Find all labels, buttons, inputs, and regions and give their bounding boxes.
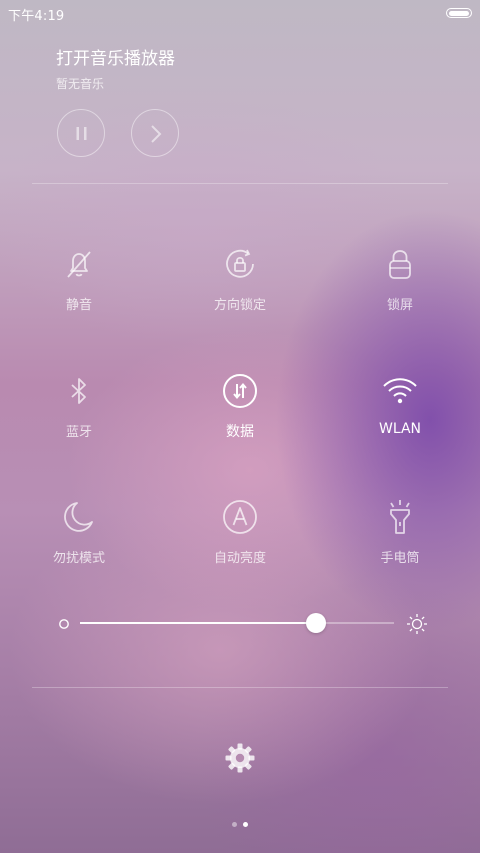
- toggle-auto-brightness[interactable]: 自动亮度: [185, 497, 295, 566]
- brightness-thumb[interactable]: [305, 613, 326, 633]
- brightness-fill: [80, 622, 316, 624]
- flashlight-icon: [390, 500, 410, 534]
- pause-button[interactable]: [57, 109, 105, 157]
- wifi-icon: [383, 378, 417, 404]
- toggle-rotation-lock[interactable]: 方向锁定: [185, 244, 295, 313]
- lock-icon: [389, 250, 411, 279]
- next-icon: [151, 125, 162, 143]
- toggle-bluetooth[interactable]: 蓝牙: [24, 371, 134, 440]
- brightness-low-icon: [59, 619, 69, 629]
- toggle-label: 手电筒: [380, 551, 420, 566]
- toggle-label: 蓝牙: [65, 425, 92, 440]
- page-indicator: [0, 812, 480, 831]
- toggle-mute[interactable]: 静音: [24, 244, 134, 313]
- bluetooth-icon: [71, 378, 86, 404]
- toggle-mobile-data[interactable]: 数据: [185, 371, 295, 441]
- toggle-label: WLAN: [378, 421, 421, 437]
- gear-icon[interactable]: [224, 742, 256, 774]
- status-time: 下午4:19: [8, 9, 65, 24]
- page-dot-active: [243, 822, 248, 827]
- divider-top: [32, 183, 448, 184]
- brightness-high-icon: [407, 614, 427, 634]
- mute-bell-icon: [67, 251, 91, 278]
- pause-icon: [76, 127, 87, 140]
- next-button[interactable]: [131, 109, 179, 157]
- mobile-data-icon: [223, 374, 257, 408]
- toggle-label: 锁屏: [386, 298, 413, 313]
- battery-icon: [446, 8, 472, 18]
- brightness-slider[interactable]: [58, 612, 428, 636]
- toggle-flashlight[interactable]: 手电筒: [345, 497, 455, 566]
- toggle-lock-screen[interactable]: 锁屏: [345, 244, 455, 313]
- toggle-label: 方向锁定: [213, 298, 266, 313]
- toggle-label: 数据: [226, 424, 254, 440]
- page-dot: [232, 822, 237, 827]
- moon-icon: [64, 502, 93, 532]
- status-bar: 下午4:19: [0, 0, 480, 26]
- music-panel[interactable]: 打开音乐播放器 暂无音乐: [56, 44, 175, 92]
- toggle-label: 勿扰模式: [52, 551, 105, 566]
- toggle-label: 静音: [65, 298, 92, 313]
- divider-bottom: [32, 687, 448, 688]
- music-subtitle: 暂无音乐: [56, 77, 105, 91]
- toggle-label: 自动亮度: [213, 551, 266, 566]
- music-title[interactable]: 打开音乐播放器: [56, 44, 175, 69]
- toggle-wlan[interactable]: WLAN: [345, 371, 455, 437]
- auto-brightness-icon: [223, 500, 257, 534]
- rotation-lock-icon: [226, 249, 254, 278]
- toggle-do-not-disturb[interactable]: 勿扰模式: [24, 497, 134, 566]
